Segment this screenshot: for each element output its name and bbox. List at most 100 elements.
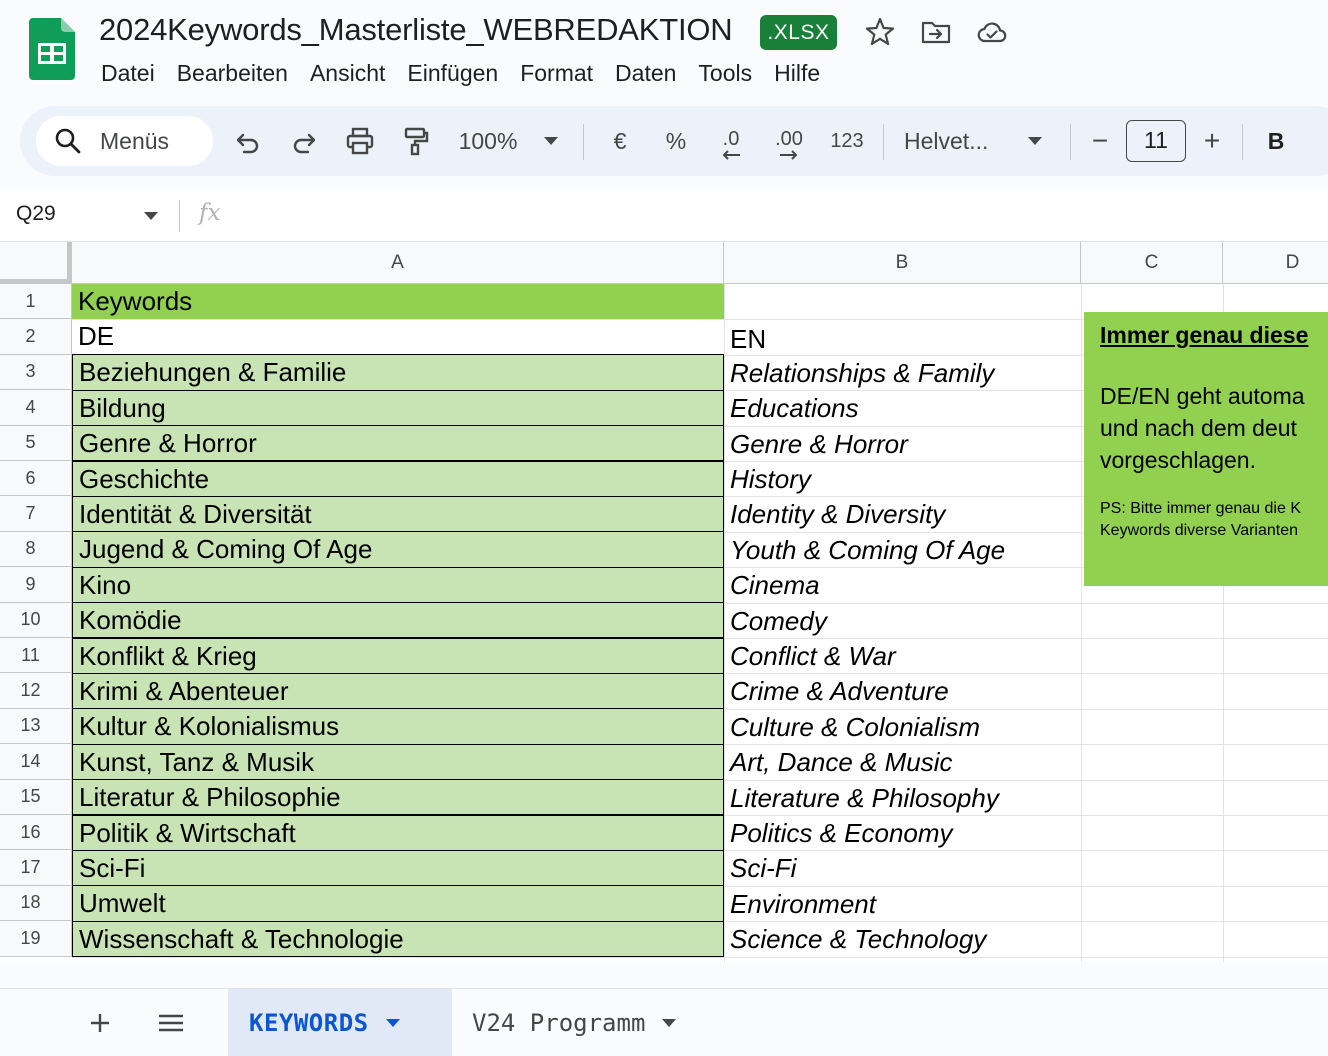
cell-keyword-de[interactable]: Jugend & Coming Of Age <box>72 531 724 568</box>
file-format-badge[interactable]: .XLSX <box>760 15 837 50</box>
row-header[interactable]: 4 <box>0 390 72 426</box>
row-header[interactable]: 18 <box>0 885 72 922</box>
cell-keyword-en[interactable]: Science & Technology <box>724 922 1081 957</box>
menu-ansicht[interactable]: Ansicht <box>299 56 396 90</box>
print-button[interactable] <box>338 106 382 176</box>
cell-keyword-de[interactable]: Bildung <box>72 389 724 427</box>
sheets-logo-icon[interactable] <box>29 18 75 80</box>
cell-keyword-en[interactable]: Relationships & Family <box>724 356 1081 391</box>
cell-keyword-de[interactable]: Kunst, Tanz & Musik <box>72 743 724 781</box>
cell-keyword-de[interactable]: Kino <box>72 566 724 604</box>
cell-keyword-en[interactable]: Educations <box>724 391 1081 426</box>
cell-keyword-en[interactable]: Youth & Coming Of Age <box>724 533 1081 568</box>
row-header[interactable]: 17 <box>0 850 72 886</box>
cell-b2[interactable]: EN <box>724 322 1081 357</box>
cell-keyword-de[interactable]: Politik & Wirtschaft <box>72 814 724 851</box>
info-note-box[interactable]: Immer genau diese DE/EN geht automa und … <box>1084 312 1328 586</box>
cell-keyword-en[interactable]: Conflict & War <box>724 639 1081 674</box>
row-header[interactable]: 7 <box>0 496 72 532</box>
cell-keyword-en[interactable]: Culture & Colonialism <box>724 710 1081 745</box>
row-header[interactable]: 15 <box>0 779 72 815</box>
sheet-tab-v24-programm[interactable]: V24 Programm <box>452 989 702 1056</box>
column-header-d[interactable]: D <box>1223 242 1328 284</box>
row-header[interactable]: 19 <box>0 921 72 957</box>
row-header[interactable]: 8 <box>0 531 72 568</box>
decrease-font-size-button[interactable]: − <box>1084 106 1116 176</box>
font-select[interactable]: Helvet... <box>904 106 1008 176</box>
cell-keyword-de[interactable]: Umwelt <box>72 885 724 922</box>
cell-keyword-de[interactable]: Konflikt & Krieg <box>72 637 724 674</box>
sheet-tab-keywords[interactable]: KEYWORDS <box>228 989 452 1056</box>
document-title[interactable]: 2024Keywords_Masterliste_WEBREDAKTION <box>99 12 733 48</box>
menu-einfuegen[interactable]: Einfügen <box>396 56 509 90</box>
decrease-decimals-button[interactable]: .0 <box>708 106 754 176</box>
cell-keyword-en[interactable]: Politics & Economy <box>724 816 1081 851</box>
caret-down-icon[interactable] <box>661 1018 677 1028</box>
row-header[interactable]: 14 <box>0 744 72 780</box>
cell-keyword-de[interactable]: Krimi & Abenteuer <box>72 672 724 710</box>
cell-keyword-en[interactable]: Cinema <box>724 568 1081 603</box>
caret-down-icon[interactable] <box>385 1018 401 1028</box>
cell-keyword-de[interactable]: Literatur & Philosophie <box>72 779 724 816</box>
column-header-c[interactable]: C <box>1081 242 1223 284</box>
row-header[interactable]: 5 <box>0 425 72 461</box>
bold-button[interactable]: B <box>1258 106 1294 176</box>
menu-search[interactable]: Menüs <box>36 116 213 166</box>
add-sheet-button[interactable] <box>82 1005 118 1041</box>
menu-daten[interactable]: Daten <box>604 56 687 90</box>
cell-keyword-en[interactable]: Art, Dance & Music <box>724 745 1081 780</box>
row-header[interactable]: 12 <box>0 673 72 709</box>
cell-keyword-de[interactable]: Geschichte <box>72 460 724 497</box>
row-header[interactable]: 11 <box>0 638 72 674</box>
cell-keyword-de[interactable]: Kultur & Kolonialismus <box>72 708 724 745</box>
cell-a1[interactable]: Keywords <box>72 284 724 319</box>
font-size-input[interactable]: 11 <box>1126 120 1186 162</box>
increase-decimals-button[interactable]: .00 <box>764 106 814 176</box>
cell-a2[interactable]: DE <box>72 319 724 354</box>
cell-keyword-en[interactable]: Sci-Fi <box>724 851 1081 886</box>
menu-datei[interactable]: Datei <box>90 56 166 90</box>
select-all-corner[interactable] <box>0 242 72 284</box>
row-header[interactable]: 13 <box>0 708 72 745</box>
redo-button[interactable] <box>282 106 326 176</box>
name-box[interactable]: Q29 <box>16 202 56 226</box>
menu-bearbeiten[interactable]: Bearbeiten <box>166 56 299 90</box>
cell-keyword-de[interactable]: Beziehungen & Familie <box>72 354 724 391</box>
zoom-dropdown-button[interactable] <box>536 106 566 176</box>
star-icon[interactable] <box>864 16 896 48</box>
cell-keyword-en[interactable]: Identity & Diversity <box>724 497 1081 532</box>
cell-keyword-en[interactable]: Comedy <box>724 604 1081 639</box>
cell-keyword-de[interactable]: Genre & Horror <box>72 425 724 462</box>
menu-hilfe[interactable]: Hilfe <box>763 56 831 90</box>
row-header[interactable]: 1 <box>0 284 72 320</box>
caret-down-icon[interactable] <box>143 211 159 221</box>
all-sheets-button[interactable] <box>153 1005 189 1041</box>
menu-format[interactable]: Format <box>509 56 604 90</box>
column-header-a[interactable]: A <box>72 242 724 284</box>
percent-format-button[interactable]: % <box>656 106 696 176</box>
cell-keyword-en[interactable]: Crime & Adventure <box>724 674 1081 709</box>
menu-tools[interactable]: Tools <box>687 56 763 90</box>
cell-keyword-de[interactable]: Komödie <box>72 602 724 639</box>
column-header-b[interactable]: B <box>724 242 1081 284</box>
cell-keyword-de[interactable]: Wissenschaft & Technologie <box>72 920 724 958</box>
row-header[interactable]: 6 <box>0 461 72 497</box>
increase-font-size-button[interactable]: + <box>1196 106 1228 176</box>
cell-keyword-en[interactable]: History <box>724 462 1081 497</box>
spreadsheet-grid[interactable]: A B C D 1 2 3 4 5 6 7 8 9 10 11 12 13 14 15 16 17 18 19 Ke… <box>0 242 1328 962</box>
cell-keyword-en[interactable]: Literature & Philosophy <box>724 781 1081 816</box>
font-dropdown-button[interactable] <box>1020 106 1050 176</box>
cell-keyword-de[interactable]: Identität & Diversität <box>72 495 724 533</box>
paint-format-button[interactable] <box>394 106 438 176</box>
number-format-button[interactable]: 123 <box>822 106 872 176</box>
currency-format-button[interactable]: € <box>600 106 640 176</box>
cell-keyword-en[interactable]: Genre & Horror <box>724 427 1081 462</box>
row-header[interactable]: 10 <box>0 602 72 638</box>
row-header[interactable]: 16 <box>0 815 72 851</box>
row-header[interactable]: 2 <box>0 319 72 355</box>
undo-button[interactable] <box>226 106 270 176</box>
cell-keyword-en[interactable]: Environment <box>724 887 1081 922</box>
row-header[interactable]: 9 <box>0 567 72 603</box>
row-header[interactable]: 3 <box>0 354 72 391</box>
move-to-folder-icon[interactable] <box>920 16 952 48</box>
